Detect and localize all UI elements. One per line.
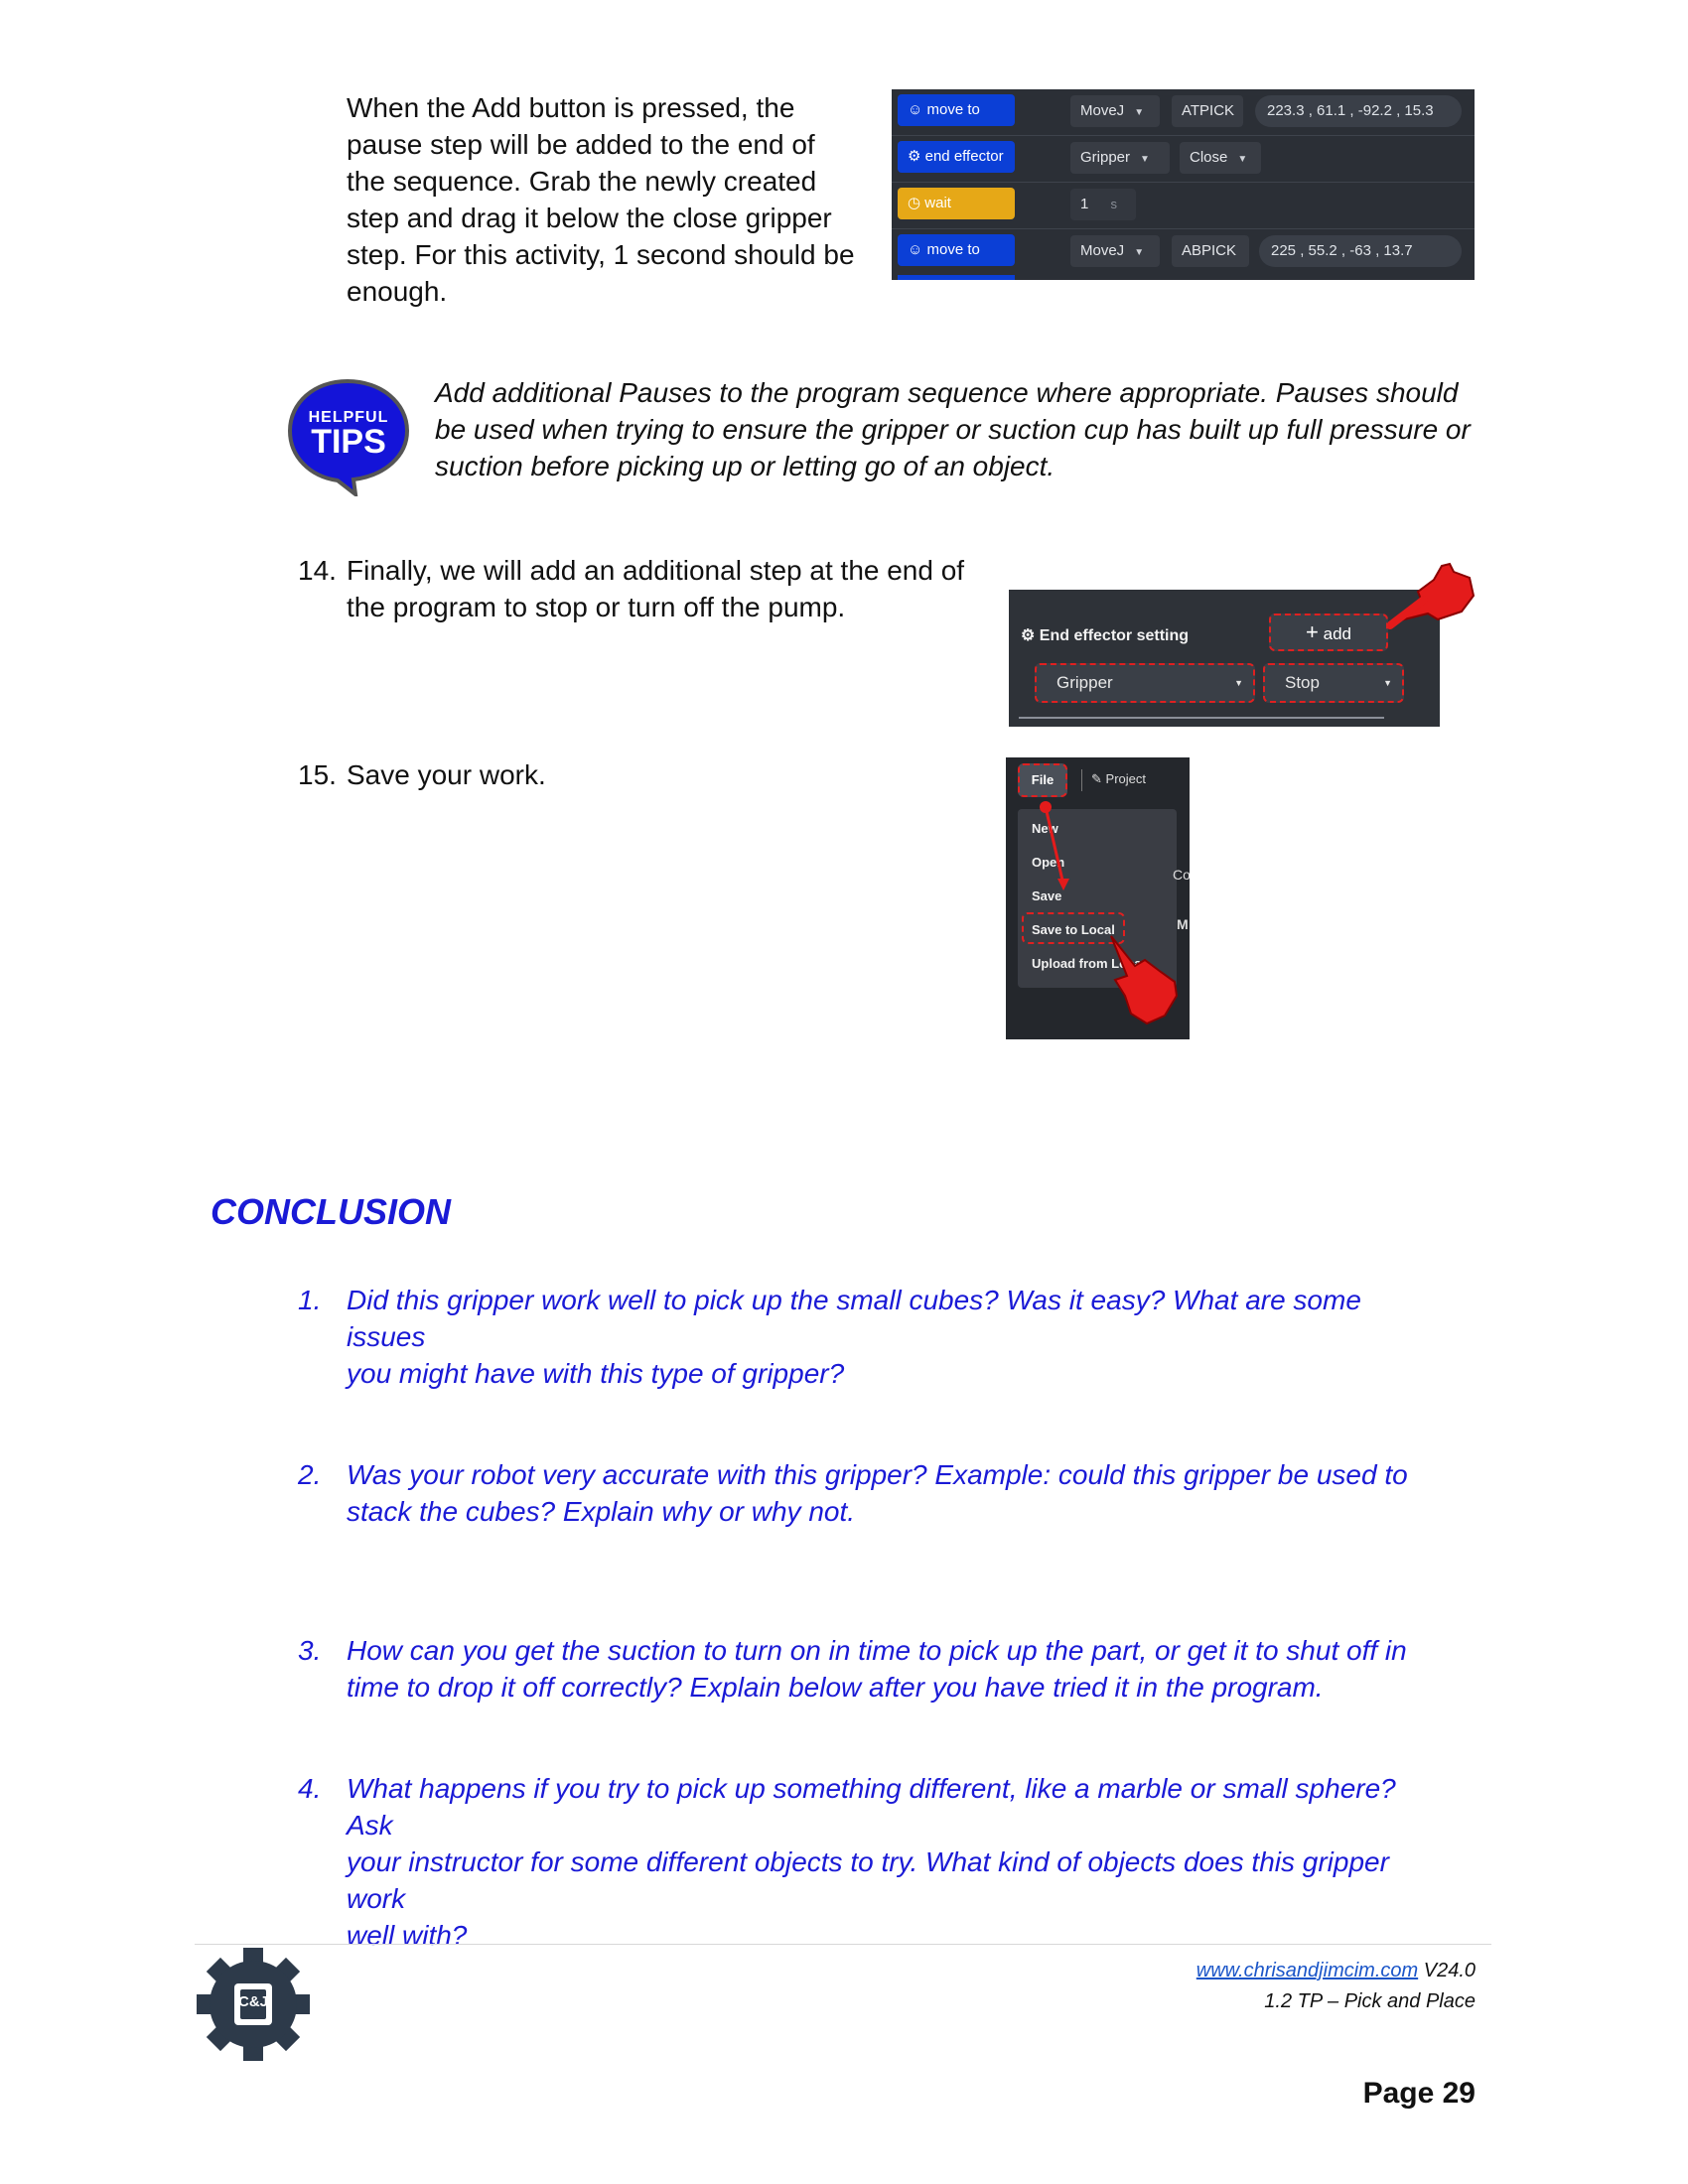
block-label: end effector	[924, 148, 1004, 165]
gripper-icon: ⚙	[908, 148, 921, 165]
conclusion-list: 1. Did this gripper work well to pick up…	[298, 1285, 1408, 1951]
tips-line: be used when trying to ensure the grippe…	[435, 414, 1471, 445]
footer-divider	[195, 1944, 1491, 1945]
effector-title: ⚙ End effector setting	[1021, 627, 1190, 644]
move-to-block[interactable]: ☺ move to	[898, 234, 1015, 266]
tips-line: suction before picking up or letting go …	[435, 451, 1055, 481]
clock-icon: ◷	[908, 195, 921, 211]
plus-icon: +	[1306, 619, 1319, 644]
tips-badge-main: TIPS	[311, 423, 386, 461]
caret-down-icon: ▼	[1237, 154, 1248, 165]
step-number: 15.	[298, 759, 337, 790]
wait-seconds-input[interactable]: 1 s	[1070, 189, 1136, 220]
effector-action-dropdown[interactable]: Close ▼	[1180, 142, 1261, 174]
end-effector-block[interactable]: ⚙ end effector	[898, 141, 1015, 173]
add-button[interactable]: + add	[1269, 614, 1388, 651]
step-text: Save your work.	[347, 759, 546, 790]
step13-paragraph: When the Add button is pressed, the paus…	[347, 89, 873, 310]
point-name-field[interactable]: ABPICK	[1172, 235, 1249, 267]
block-label: wait	[924, 195, 951, 211]
block-label: move to	[926, 241, 980, 258]
sequence-row-move-to[interactable]: ☺ move to MoveJ ▼ ABPICK 225 , 55.2 , -63…	[892, 229, 1475, 275]
step-number: 14.	[298, 555, 337, 586]
file-menu-screenshot: File ✎ Project New Open Save Save to Loc…	[1006, 757, 1190, 1039]
gripper-icon: ⚙	[1021, 627, 1036, 644]
website-link[interactable]: www.chrisandjimcim.com	[1196, 1960, 1418, 1981]
step13-line: step and drag it below the close gripper	[347, 203, 832, 233]
page-number: Page 29	[1362, 2077, 1476, 2110]
coordinates-field[interactable]: 225 , 55.2 , -63 , 13.7	[1259, 235, 1462, 267]
caret-down-icon: ▼	[1234, 678, 1243, 688]
motion-type-dropdown[interactable]: MoveJ ▼	[1070, 95, 1160, 127]
caret-down-icon: ▼	[1134, 107, 1145, 118]
effector-action-dropdown[interactable]: Stop ▼	[1263, 663, 1404, 703]
step13-line: step. For this activity, 1 second should…	[347, 239, 855, 270]
caret-down-icon: ▼	[1134, 247, 1145, 258]
block-label: move to	[926, 101, 980, 118]
caret-down-icon: ▼	[1140, 154, 1150, 165]
helpful-tips-badge: HELPFUL TIPS	[286, 377, 415, 499]
sequence-row-move-to[interactable]: ☺ move to MoveJ ▼ ATPICK 223.3 , 61.1 , -…	[892, 89, 1475, 136]
pointing-hand-icon	[1110, 935, 1179, 1025]
sequence-row-wait[interactable]: ◷ wait 1 s	[892, 183, 1475, 229]
wait-block[interactable]: ◷ wait	[898, 188, 1015, 219]
version-label: V24.0	[1423, 1960, 1476, 1981]
step-14: 14. Finally, we will add an additional s…	[298, 552, 993, 631]
tips-line: Add additional Pauses to the program seq…	[435, 377, 1459, 408]
logo-text: C&J	[237, 1993, 268, 2010]
pointing-hand-icon	[1386, 552, 1477, 631]
effector-type-dropdown[interactable]: Gripper ▼	[1070, 142, 1170, 174]
seconds-unit: s	[1110, 197, 1118, 211]
robot-arm-icon: ☺	[908, 241, 923, 258]
sequence-screenshot: ☺ move to MoveJ ▼ ATPICK 223.3 , 61.1 , -…	[892, 89, 1475, 280]
caret-down-icon: ▼	[1383, 678, 1392, 688]
step13-line: pause step will be added to the end of	[347, 129, 815, 160]
section-label: 1.2 TP – Pick and Place	[1264, 1990, 1476, 2012]
move-to-block[interactable]: ☺ move to	[898, 94, 1015, 126]
robot-arm-icon: ☺	[908, 101, 923, 118]
step13-line: When the Add button is pressed, the	[347, 92, 795, 123]
step13-line: enough.	[347, 276, 448, 307]
end-effector-screenshot: ⚙ End effector setting + add Gripper ▼ S…	[1009, 590, 1440, 727]
point-name-field[interactable]: ATPICK	[1172, 95, 1243, 127]
conclusion-heading: CONCLUSION	[211, 1191, 451, 1232]
step-text: Finally, we will add an additional step …	[347, 555, 965, 622]
sequence-row-end-effector[interactable]: ⚙ end effector Gripper ▼ Close ▼	[892, 136, 1475, 183]
next-block-peek	[898, 275, 1015, 280]
effector-type-dropdown[interactable]: Gripper ▼	[1035, 663, 1255, 703]
divider	[1019, 717, 1384, 719]
tips-text: Add additional Pauses to the program seq…	[435, 374, 1487, 484]
coordinates-field[interactable]: 223.3 , 61.1 , -92.2 , 15.3	[1255, 95, 1462, 127]
motion-type-dropdown[interactable]: MoveJ ▼	[1070, 235, 1160, 267]
step-15: 15. Save your work.	[298, 756, 794, 796]
footer-info: www.chrisandjimcim.com V24.0 1.2 TP – Pi…	[1196, 1956, 1476, 2017]
step13-line: the sequence. Grab the newly created	[347, 166, 817, 197]
cj-logo: C&J	[195, 1946, 312, 2063]
